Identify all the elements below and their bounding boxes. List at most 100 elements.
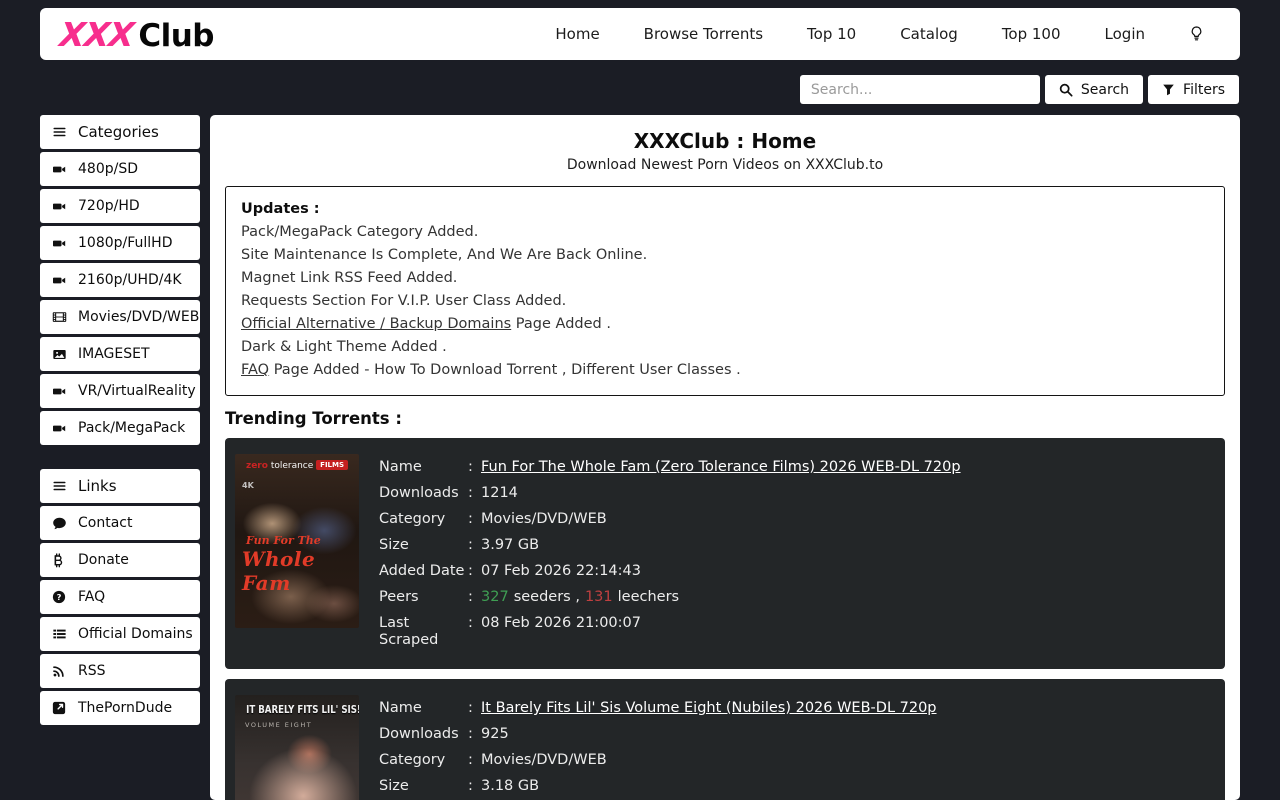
cover-title-line1: Fun For The <box>246 534 321 547</box>
filter-funnel-icon <box>1162 83 1175 96</box>
sidebar-item-label: FAQ <box>78 589 105 605</box>
sidebar-item-label: RSS <box>78 663 106 679</box>
torrent-row-size: Size: 3.97 GB <box>379 537 961 554</box>
sidebar-item-480p-sd[interactable]: 480p/SD <box>40 152 200 186</box>
torrent-last-scraped-value: 08 Feb 2026 21:00:07 <box>481 615 641 649</box>
torrent-details: Name: Fun For The Whole Fam (Zero Tolera… <box>379 454 961 658</box>
sidebar-item-rss[interactable]: RSS <box>40 654 200 688</box>
search-icon <box>1059 83 1073 97</box>
torrent-thumbnail[interactable]: zero tolerance FILMS 4K Fun For The Whol… <box>235 454 359 628</box>
filters-button[interactable]: Filters <box>1148 75 1239 104</box>
logo-club: Club <box>138 18 214 54</box>
search-bar: Search Filters <box>800 75 1239 104</box>
update-line: Requests Section For V.I.P. User Class A… <box>241 290 1209 313</box>
camcorder-icon <box>52 274 67 287</box>
list-icon <box>52 627 67 641</box>
sidebar-item-label: Pack/MegaPack <box>78 420 185 436</box>
links-header: Links <box>40 469 200 503</box>
torrent-row-last-scraped: Last Scraped: 08 Feb 2026 21:00:07 <box>379 615 961 649</box>
sidebar-item-theporndude[interactable]: ThePornDude <box>40 691 200 725</box>
sidebar-item-official-domains[interactable]: Official Domains <box>40 617 200 651</box>
camcorder-icon <box>52 163 67 176</box>
torrent-downloads-value: 925 <box>481 726 509 743</box>
sidebar-item-2160p-uhd-4k[interactable]: 2160p/UHD/4K <box>40 263 200 297</box>
trending-heading: Trending Torrents : <box>225 409 1225 428</box>
nav-item-login[interactable]: Login <box>1105 25 1145 43</box>
sidebar-item-vr-virtualreality[interactable]: VR/VirtualReality <box>40 374 200 408</box>
torrent-row-category: Category: Movies/DVD/WEB <box>379 511 961 528</box>
question-circle-icon: ? <box>52 590 67 604</box>
categories-header: Categories <box>40 115 200 149</box>
hamburger-icon <box>52 479 67 493</box>
external-link-icon <box>52 701 67 715</box>
torrent-size-value: 3.97 GB <box>481 537 539 554</box>
torrent-size-value: 3.18 GB <box>481 778 539 795</box>
rss-icon <box>52 664 67 678</box>
torrent-name-link[interactable]: It Barely Fits Lil' Sis Volume Eight (Nu… <box>481 700 937 717</box>
sidebar-item-1080p-fullhd[interactable]: 1080p/FullHD <box>40 226 200 260</box>
camcorder-icon <box>52 385 67 398</box>
main-panel: XXXClub : Home Download Newest Porn Vide… <box>210 115 1240 800</box>
sidebar: Categories 480p/SD 720p/HD 1080p/FullHD … <box>40 115 200 728</box>
torrent-row-name: Name: It Barely Fits Lil' Sis Volume Eig… <box>379 700 937 717</box>
nav-item-top-10[interactable]: Top 10 <box>807 25 856 43</box>
theme-toggle-lightbulb-icon[interactable] <box>1189 25 1204 43</box>
update-line: FAQ Page Added - How To Download Torrent… <box>241 359 1209 382</box>
top-navbar: XXX Club Home Browse Torrents Top 10 Cat… <box>40 8 1240 60</box>
sidebar-item-donate[interactable]: Donate <box>40 543 200 577</box>
sidebar-item-label: Official Domains <box>78 626 193 642</box>
nav-item-browse-torrents[interactable]: Browse Torrents <box>644 25 763 43</box>
update-line: Official Alternative / Backup Domains Pa… <box>241 313 1209 336</box>
sidebar-item-imageset[interactable]: IMAGESET <box>40 337 200 371</box>
camcorder-icon <box>52 200 67 213</box>
update-line: Magnet Link RSS Feed Added. <box>241 267 1209 290</box>
site-logo[interactable]: XXX Club <box>60 15 214 54</box>
torrent-name-link[interactable]: Fun For The Whole Fam (Zero Tolerance Fi… <box>481 459 961 476</box>
sidebar-item-label: IMAGESET <box>78 346 150 362</box>
torrent-card: zero tolerance FILMS 4K Fun For The Whol… <box>225 438 1225 669</box>
sidebar-item-movies-dvd-web[interactable]: Movies/DVD/WEB <box>40 300 200 334</box>
hamburger-icon <box>52 125 67 139</box>
cover-title-line2: VOLUME EIGHT <box>245 721 312 729</box>
sidebar-item-pack-megapack[interactable]: Pack/MegaPack <box>40 411 200 445</box>
torrent-row-name: Name: Fun For The Whole Fam (Zero Tolera… <box>379 459 961 476</box>
torrent-row-downloads: Downloads: 925 <box>379 726 937 743</box>
sidebar-item-label: ThePornDude <box>78 700 172 716</box>
torrent-row-size: Size: 3.18 GB <box>379 778 937 795</box>
page-subtitle: Download Newest Porn Videos on XXXClub.t… <box>210 157 1240 173</box>
official-domains-link[interactable]: Official Alternative / Backup Domains <box>241 316 511 332</box>
cover-4k-badge: 4K <box>242 481 254 490</box>
cover-studio-line: zero tolerance FILMS <box>235 461 359 471</box>
cover-title-line1: IT BARELY FITS LIL' SIS! <box>246 704 348 716</box>
torrent-category-value: Movies/DVD/WEB <box>481 511 607 528</box>
sidebar-item-contact[interactable]: Contact <box>40 506 200 540</box>
nav-menu: Home Browse Torrents Top 10 Catalog Top … <box>555 25 1204 43</box>
faq-link[interactable]: FAQ <box>241 362 269 378</box>
updates-box: Updates : Pack/MegaPack Category Added. … <box>225 186 1225 396</box>
torrent-details: Name: It Barely Fits Lil' Sis Volume Eig… <box>379 695 937 800</box>
updates-heading: Updates : <box>241 198 1209 221</box>
torrent-row-category: Category: Movies/DVD/WEB <box>379 752 937 769</box>
nav-item-catalog[interactable]: Catalog <box>900 25 958 43</box>
torrent-row-downloads: Downloads: 1214 <box>379 485 961 502</box>
sidebar-item-720p-hd[interactable]: 720p/HD <box>40 189 200 223</box>
seeders-count: 327 <box>481 589 509 605</box>
chat-icon <box>52 516 67 530</box>
search-button[interactable]: Search <box>1045 75 1143 104</box>
search-input[interactable] <box>800 75 1040 104</box>
update-line: Pack/MegaPack Category Added. <box>241 221 1209 244</box>
film-icon <box>52 310 67 324</box>
torrent-card: IT BARELY FITS LIL' SIS! VOLUME EIGHT Na… <box>225 679 1225 800</box>
nav-item-home[interactable]: Home <box>555 25 599 43</box>
sidebar-item-faq[interactable]: ? FAQ <box>40 580 200 614</box>
torrent-row-added-date: Added Date: 07 Feb 2026 22:14:43 <box>379 563 961 580</box>
bitcoin-icon <box>52 553 67 568</box>
filters-button-label: Filters <box>1183 82 1225 98</box>
page-title: XXXClub : Home <box>210 129 1240 153</box>
nav-item-top-100[interactable]: Top 100 <box>1002 25 1061 43</box>
links-title: Links <box>78 477 117 495</box>
image-icon <box>52 348 67 361</box>
sidebar-item-label: 1080p/FullHD <box>78 235 172 251</box>
torrent-category-value: Movies/DVD/WEB <box>481 752 607 769</box>
torrent-thumbnail[interactable]: IT BARELY FITS LIL' SIS! VOLUME EIGHT <box>235 695 359 800</box>
